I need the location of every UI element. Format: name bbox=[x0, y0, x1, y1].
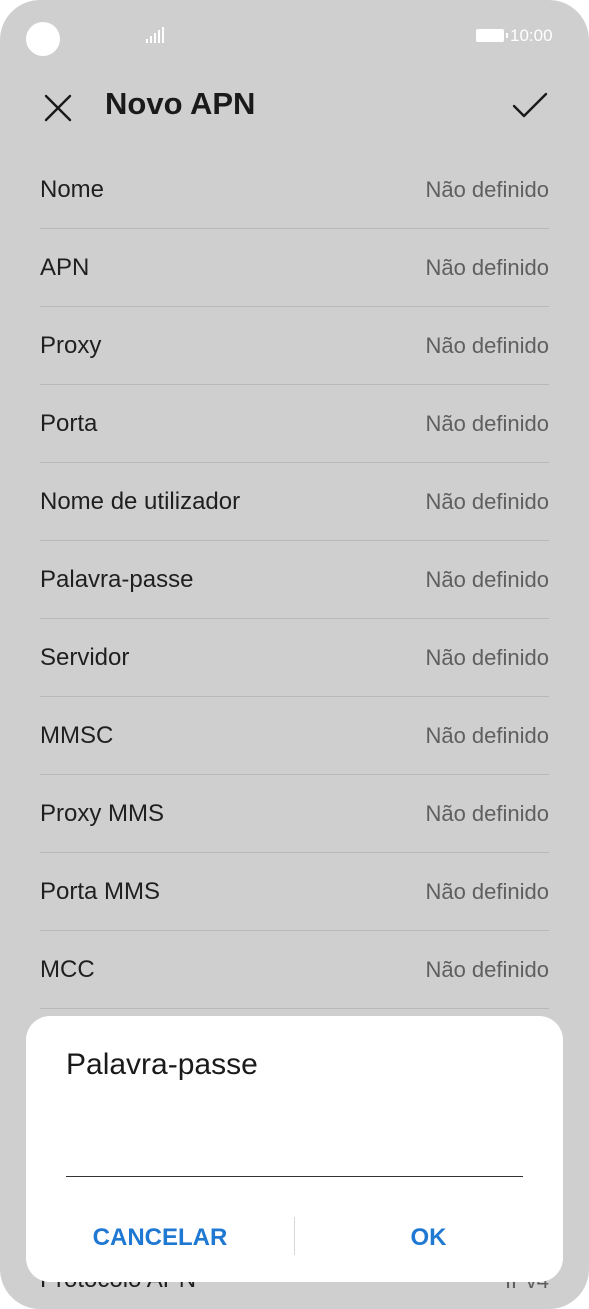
close-icon bbox=[44, 94, 72, 122]
phone-screen: 10:00 Novo APN Nome Não definido APN Não… bbox=[0, 0, 589, 1309]
close-button[interactable] bbox=[40, 90, 76, 126]
apn-row-mcc[interactable]: MCC Não definido bbox=[40, 931, 549, 1009]
row-value: Não definido bbox=[425, 176, 549, 202]
row-label: Palavra-passe bbox=[40, 565, 194, 593]
row-label: Nome bbox=[40, 175, 105, 203]
row-label: MMSC bbox=[40, 721, 114, 749]
apn-row-apn[interactable]: APN Não definido bbox=[40, 229, 549, 307]
apn-settings-list: Nome Não definido APN Não definido Proxy… bbox=[40, 151, 549, 1009]
apn-row-port[interactable]: Porta Não definido bbox=[40, 385, 549, 463]
row-value: Não definido bbox=[425, 956, 549, 982]
ok-button[interactable]: OK bbox=[294, 1214, 563, 1262]
apn-row-username[interactable]: Nome de utilizador Não definido bbox=[40, 463, 549, 541]
app-header: Novo APN bbox=[0, 70, 589, 150]
row-label: Proxy MMS bbox=[40, 799, 165, 827]
apn-row-mms-proxy[interactable]: Proxy MMS Não definido bbox=[40, 775, 549, 853]
status-time: 10:00 bbox=[510, 26, 553, 45]
row-label: Porta bbox=[40, 409, 98, 437]
confirm-button[interactable] bbox=[510, 88, 550, 124]
row-label: APN bbox=[40, 253, 90, 281]
apn-row-mmsc[interactable]: MMSC Não definido bbox=[40, 697, 549, 775]
apn-row-password[interactable]: Palavra-passe Não definido bbox=[40, 541, 549, 619]
dialog-title: Palavra-passe bbox=[66, 1048, 258, 1081]
row-label: Servidor bbox=[40, 643, 130, 671]
cancel-button[interactable]: CANCELAR bbox=[26, 1214, 294, 1262]
row-value: Não definido bbox=[425, 410, 549, 436]
row-label: Porta MMS bbox=[40, 877, 161, 905]
camera-cutout bbox=[26, 22, 60, 56]
row-value: Não definido bbox=[425, 254, 549, 280]
apn-row-name[interactable]: Nome Não definido bbox=[40, 151, 549, 229]
page-title: Novo APN bbox=[105, 86, 256, 121]
password-input[interactable] bbox=[66, 1128, 523, 1177]
apn-row-mms-port[interactable]: Porta MMS Não definido bbox=[40, 853, 549, 931]
checkmark-icon bbox=[512, 92, 548, 118]
row-value: Não definido bbox=[425, 722, 549, 748]
row-value: Não definido bbox=[425, 332, 549, 358]
apn-row-proxy[interactable]: Proxy Não definido bbox=[40, 307, 549, 385]
apn-row-server[interactable]: Servidor Não definido bbox=[40, 619, 549, 697]
password-dialog: Palavra-passe CANCELAR OK bbox=[26, 1016, 563, 1282]
status-bar: 10:00 bbox=[0, 0, 589, 70]
row-value: Não definido bbox=[425, 878, 549, 904]
row-value: Não definido bbox=[425, 566, 549, 592]
row-label: Proxy bbox=[40, 331, 102, 359]
row-value: Não definido bbox=[425, 644, 549, 670]
row-label: Nome de utilizador bbox=[40, 487, 241, 515]
signal-icon bbox=[146, 27, 168, 43]
row-value: Não definido bbox=[425, 800, 549, 826]
battery-icon bbox=[476, 29, 508, 42]
row-value: Não definido bbox=[425, 488, 549, 514]
row-label: MCC bbox=[40, 955, 95, 983]
